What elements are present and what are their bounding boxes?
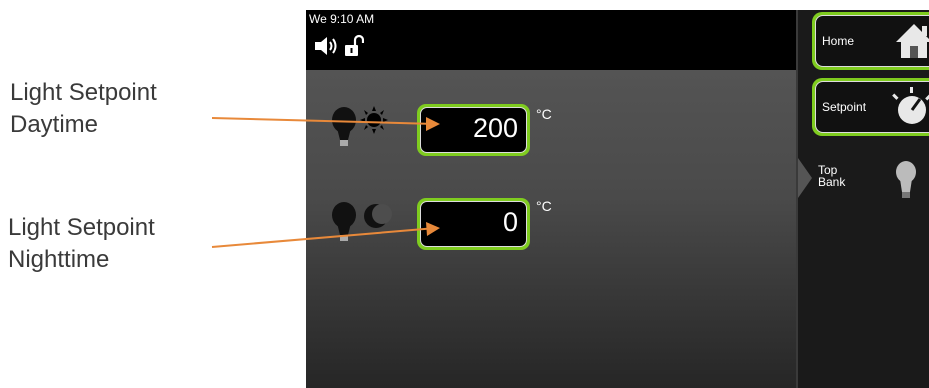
daytime-arrow-head bbox=[426, 117, 440, 131]
nighttime-arrow-line bbox=[211, 227, 437, 248]
annotation-arrows bbox=[211, 117, 440, 248]
nighttime-arrow-head bbox=[426, 222, 440, 236]
daytime-arrow-line bbox=[211, 117, 437, 125]
